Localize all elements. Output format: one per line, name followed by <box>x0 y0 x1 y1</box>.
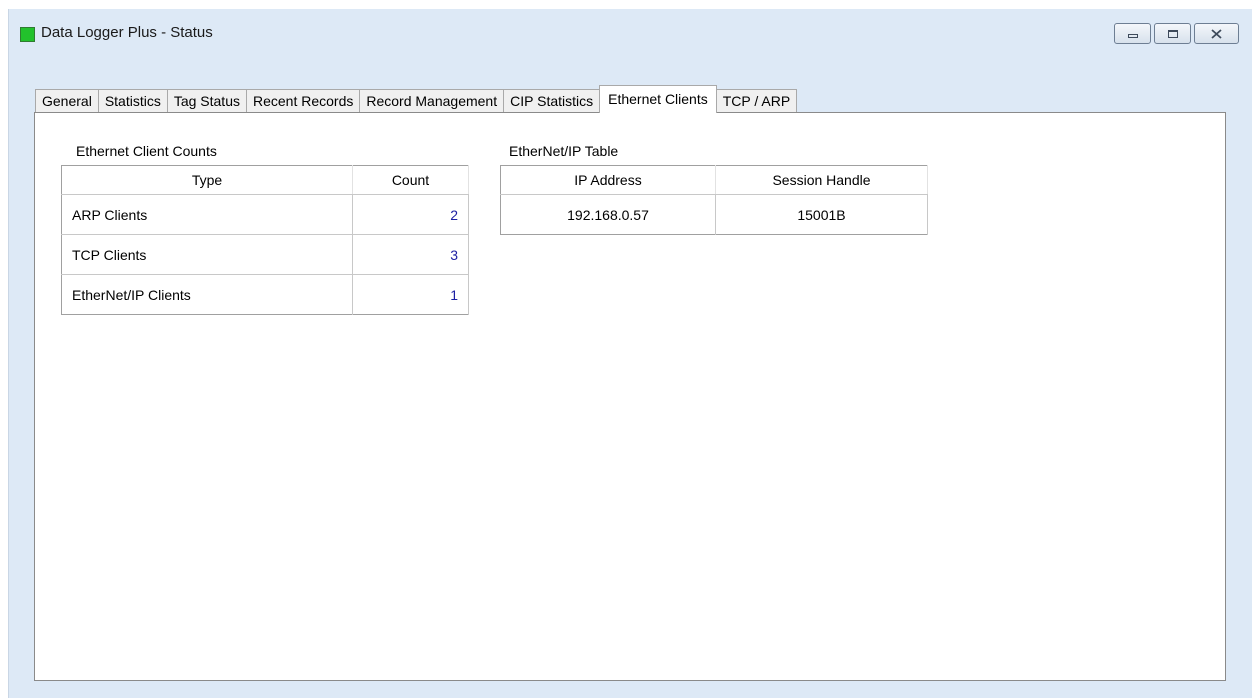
tab-cip-statistics[interactable]: CIP Statistics <box>503 89 601 113</box>
title-bar[interactable]: Data Logger Plus - Status <box>9 9 1252 55</box>
column-header-type[interactable]: Type <box>61 165 353 195</box>
client-counts-label: Ethernet Client Counts <box>76 143 217 159</box>
tab-recent-records[interactable]: Recent Records <box>245 89 361 113</box>
table-row[interactable]: ARP Clients 2 <box>61 194 469 235</box>
column-header-count[interactable]: Count <box>352 165 469 195</box>
tab-ethernet-clients[interactable]: Ethernet Clients <box>599 85 717 113</box>
client-count-cell: 1 <box>352 274 469 315</box>
client-count-cell: 3 <box>352 234 469 275</box>
window-controls <box>1114 23 1239 44</box>
tab-record-management[interactable]: Record Management <box>359 89 505 113</box>
maximize-button[interactable] <box>1154 23 1191 44</box>
client-type-cell: EtherNet/IP Clients <box>61 274 353 315</box>
app-icon <box>20 27 35 42</box>
tab-general[interactable]: General <box>35 89 99 113</box>
table-header-row: IP Address Session Handle <box>500 165 928 195</box>
minimize-icon <box>1127 33 1138 38</box>
column-header-session-handle[interactable]: Session Handle <box>715 165 928 195</box>
tab-tag-status[interactable]: Tag Status <box>166 89 247 113</box>
client-type-cell: TCP Clients <box>61 234 353 275</box>
table-row[interactable]: TCP Clients 3 <box>61 234 469 275</box>
column-header-ip-address[interactable]: IP Address <box>500 165 716 195</box>
minimize-button[interactable] <box>1114 23 1151 44</box>
close-icon <box>1211 28 1222 39</box>
enip-table: IP Address Session Handle 192.168.0.57 1… <box>500 165 928 235</box>
tab-tcp-arp[interactable]: TCP / ARP <box>715 89 798 113</box>
session-handle-cell: 15001B <box>715 194 928 235</box>
client-counts-table: Type Count ARP Clients 2 TCP Clients 3 E… <box>61 165 469 315</box>
table-row[interactable]: 192.168.0.57 15001B <box>500 194 928 235</box>
enip-table-label: EtherNet/IP Table <box>509 143 619 159</box>
table-row[interactable]: EtherNet/IP Clients 1 <box>61 274 469 315</box>
tab-strip: General Statistics Tag Status Recent Rec… <box>35 85 798 113</box>
client-count-cell: 2 <box>352 194 469 235</box>
ethernet-clients-panel: Ethernet Client Counts Type Count ARP Cl… <box>34 112 1226 681</box>
maximize-icon <box>1167 29 1178 38</box>
status-window: Data Logger Plus - Status General Statis… <box>8 9 1252 698</box>
ip-address-cell: 192.168.0.57 <box>500 194 716 235</box>
client-type-cell: ARP Clients <box>61 194 353 235</box>
tab-statistics[interactable]: Statistics <box>97 89 168 113</box>
table-header-row: Type Count <box>61 165 469 195</box>
close-button[interactable] <box>1194 23 1239 44</box>
window-title: Data Logger Plus - Status <box>41 24 213 41</box>
